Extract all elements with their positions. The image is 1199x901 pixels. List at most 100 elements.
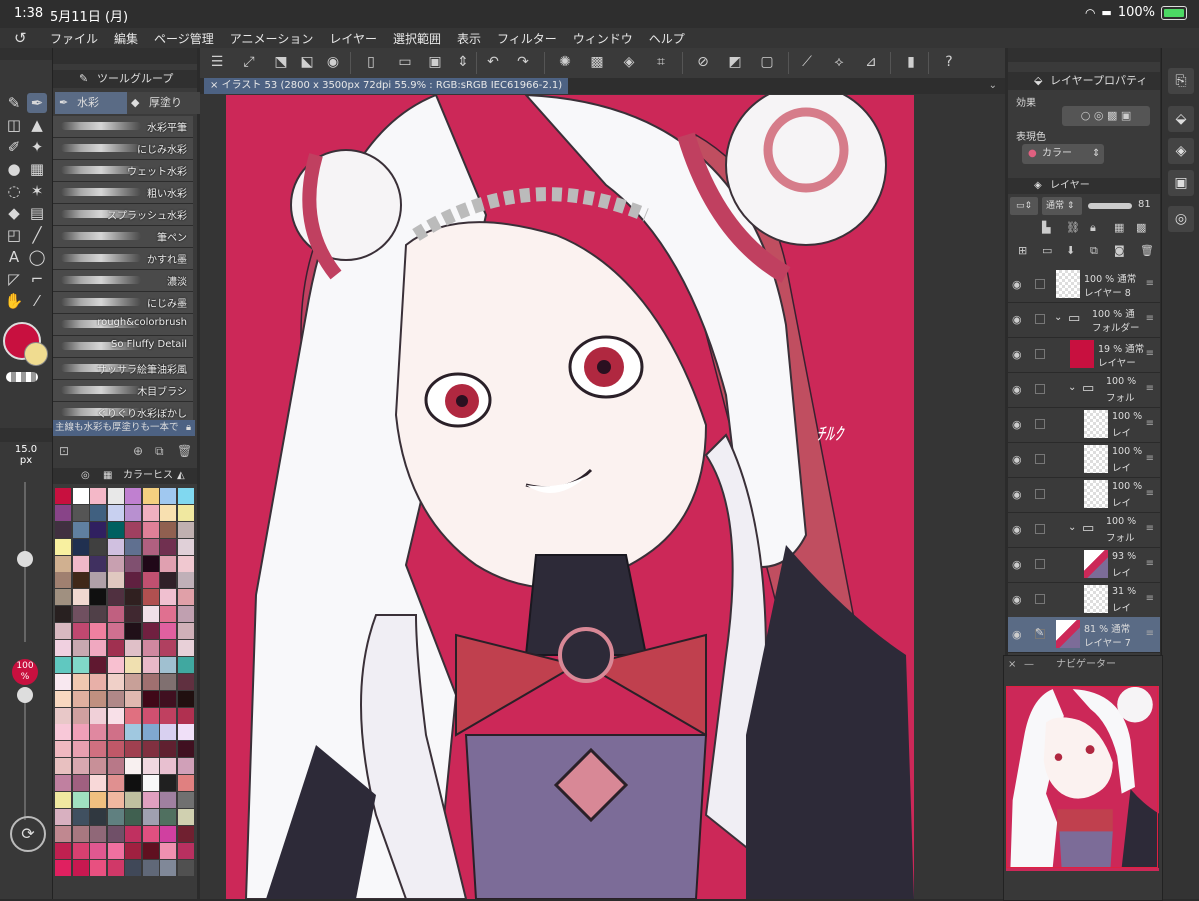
color-swatch[interactable]	[160, 707, 176, 724]
color-swatch[interactable]	[160, 538, 176, 555]
color-swatch[interactable]	[160, 859, 176, 876]
color-swatch[interactable]	[55, 808, 71, 825]
color-swatch[interactable]	[72, 623, 89, 640]
color-swatch[interactable]	[90, 656, 106, 673]
artwork-canvas[interactable]: ﾁﾙｸ	[226, 95, 914, 899]
color-swatch[interactable]	[177, 792, 194, 809]
color-swatch[interactable]	[90, 555, 106, 572]
color-swatch[interactable]	[107, 758, 124, 775]
eye-icon[interactable]: ◉	[1012, 628, 1022, 641]
color-swatch[interactable]	[72, 504, 89, 521]
eye-icon[interactable]: ◉	[1012, 278, 1022, 291]
brush-item[interactable]: にじみ水彩	[53, 138, 193, 160]
color-swatch[interactable]	[90, 538, 106, 555]
help-icon[interactable]: ?	[940, 54, 958, 70]
color-swatch[interactable]	[55, 859, 71, 876]
eye-icon[interactable]: ◉	[1012, 593, 1022, 606]
color-swatch[interactable]	[177, 623, 194, 640]
eye-icon[interactable]: ◉	[1012, 488, 1022, 501]
save-icon[interactable]: ▣	[426, 54, 444, 70]
color-swatch[interactable]	[55, 758, 71, 775]
color-swatch[interactable]	[160, 623, 176, 640]
color-swatch[interactable]	[55, 538, 71, 555]
eye-icon[interactable]: ◉	[1012, 558, 1022, 571]
color-swatch[interactable]	[177, 673, 194, 690]
color-swatch[interactable]	[160, 555, 176, 572]
color-swatch[interactable]	[107, 842, 124, 859]
color-swatch[interactable]	[72, 792, 89, 809]
layer-row[interactable]: ◉ 100 % レイ ≡	[1008, 477, 1160, 513]
layer-row[interactable]: ◉ 19 % 通常 レイヤー ≡	[1008, 337, 1160, 373]
color-swatch[interactable]	[90, 623, 106, 640]
color-swatch[interactable]	[125, 623, 141, 640]
color-swatch[interactable]	[55, 724, 71, 741]
color-swatch[interactable]	[55, 504, 71, 521]
color-swatch[interactable]	[177, 842, 194, 859]
brush-size-slider-thumb[interactable]	[17, 551, 33, 567]
color-swatch[interactable]	[160, 488, 176, 504]
special-ruler-icon[interactable]: ⟡	[830, 54, 848, 70]
color-swatch[interactable]	[107, 640, 124, 657]
layer-checkbox[interactable]	[1035, 384, 1045, 394]
color-swatch[interactable]	[55, 707, 71, 724]
selection-icon[interactable]: ▢	[758, 54, 776, 70]
layer-checkbox[interactable]	[1035, 524, 1045, 534]
brush-note[interactable]: 主線も水彩も厚塗りも一本で 🔒︎	[53, 420, 195, 436]
color-swatch[interactable]	[142, 758, 159, 775]
color-swatch[interactable]	[160, 589, 176, 606]
layer-color-select[interactable]: ▭⇕	[1010, 197, 1038, 215]
text-tool-icon[interactable]: A	[4, 247, 24, 267]
ruler-tool-icon[interactable]: ⌐	[27, 269, 47, 289]
layer-menu-icon[interactable]: ≡	[1146, 488, 1154, 499]
color-swatch[interactable]	[177, 690, 194, 707]
smartphone-icon[interactable]: ▮	[902, 54, 920, 70]
color-tab-more-icon[interactable]: ◭	[177, 468, 185, 484]
color-swatch[interactable]	[107, 808, 124, 825]
menu-item[interactable]: ファイル	[50, 30, 98, 47]
navigator-side-icon[interactable]: ▣	[1168, 170, 1194, 196]
eye-icon[interactable]: ◉	[1012, 453, 1022, 466]
menu-item[interactable]: ページ管理	[154, 30, 214, 47]
color-swatch[interactable]	[72, 842, 89, 859]
lasso-tool-icon[interactable]: ◌	[4, 181, 24, 201]
color-swatch[interactable]	[90, 825, 106, 842]
color-swatch[interactable]	[90, 521, 106, 538]
color-swatch[interactable]	[72, 640, 89, 657]
color-swatch[interactable]	[160, 825, 176, 842]
rotate-canvas-icon[interactable]: ⟳	[10, 816, 46, 852]
brush-item[interactable]: 粗い水彩	[53, 182, 193, 204]
brush-item[interactable]: スプラッシュ水彩	[53, 204, 193, 226]
color-swatch[interactable]	[107, 690, 124, 707]
clip-icon[interactable]: ▙	[1042, 221, 1050, 234]
color-swatch[interactable]	[72, 555, 89, 572]
color-swatch[interactable]	[125, 673, 141, 690]
color-swatch[interactable]	[160, 690, 176, 707]
color-swatch[interactable]	[107, 504, 124, 521]
color-swatch[interactable]	[90, 859, 106, 876]
color-swatch[interactable]	[55, 775, 71, 792]
color-swatch[interactable]	[160, 808, 176, 825]
layer-checkbox[interactable]	[1035, 559, 1045, 569]
color-swatch[interactable]	[142, 859, 159, 876]
color-tab-wheel-icon[interactable]: ◎	[81, 468, 90, 484]
color-swatch[interactable]	[107, 859, 124, 876]
3d-tool-icon[interactable]: ◰	[4, 225, 24, 245]
correct-icon[interactable]: ⬕	[298, 54, 316, 70]
color-swatch[interactable]	[160, 741, 176, 758]
color-swatch[interactable]	[55, 656, 71, 673]
eye-icon[interactable]: ◉	[1012, 313, 1022, 326]
hand-tool-icon[interactable]: ✋	[4, 291, 24, 311]
color-swatch[interactable]	[90, 792, 106, 809]
layer-checkbox[interactable]	[1035, 314, 1045, 324]
layer-row[interactable]: ◉ ⌄ ▭ 100 % フォル ≡	[1008, 372, 1160, 408]
eye-icon[interactable]: ◉	[324, 54, 342, 70]
color-swatch[interactable]	[125, 808, 141, 825]
brush-item[interactable]: かすれ墨	[53, 248, 193, 270]
colorset-copy-icon[interactable]: ⧉	[155, 444, 164, 459]
color-swatch[interactable]	[72, 859, 89, 876]
reference-icon[interactable]: ⛓	[1066, 221, 1080, 234]
brush-item[interactable]: にじみ墨	[53, 292, 193, 314]
document-tab[interactable]: × イラスト 53 (2800 x 3500px 72dpi 55.9% : R…	[204, 78, 569, 94]
color-swatch[interactable]	[72, 656, 89, 673]
color-swatch[interactable]	[160, 842, 176, 859]
